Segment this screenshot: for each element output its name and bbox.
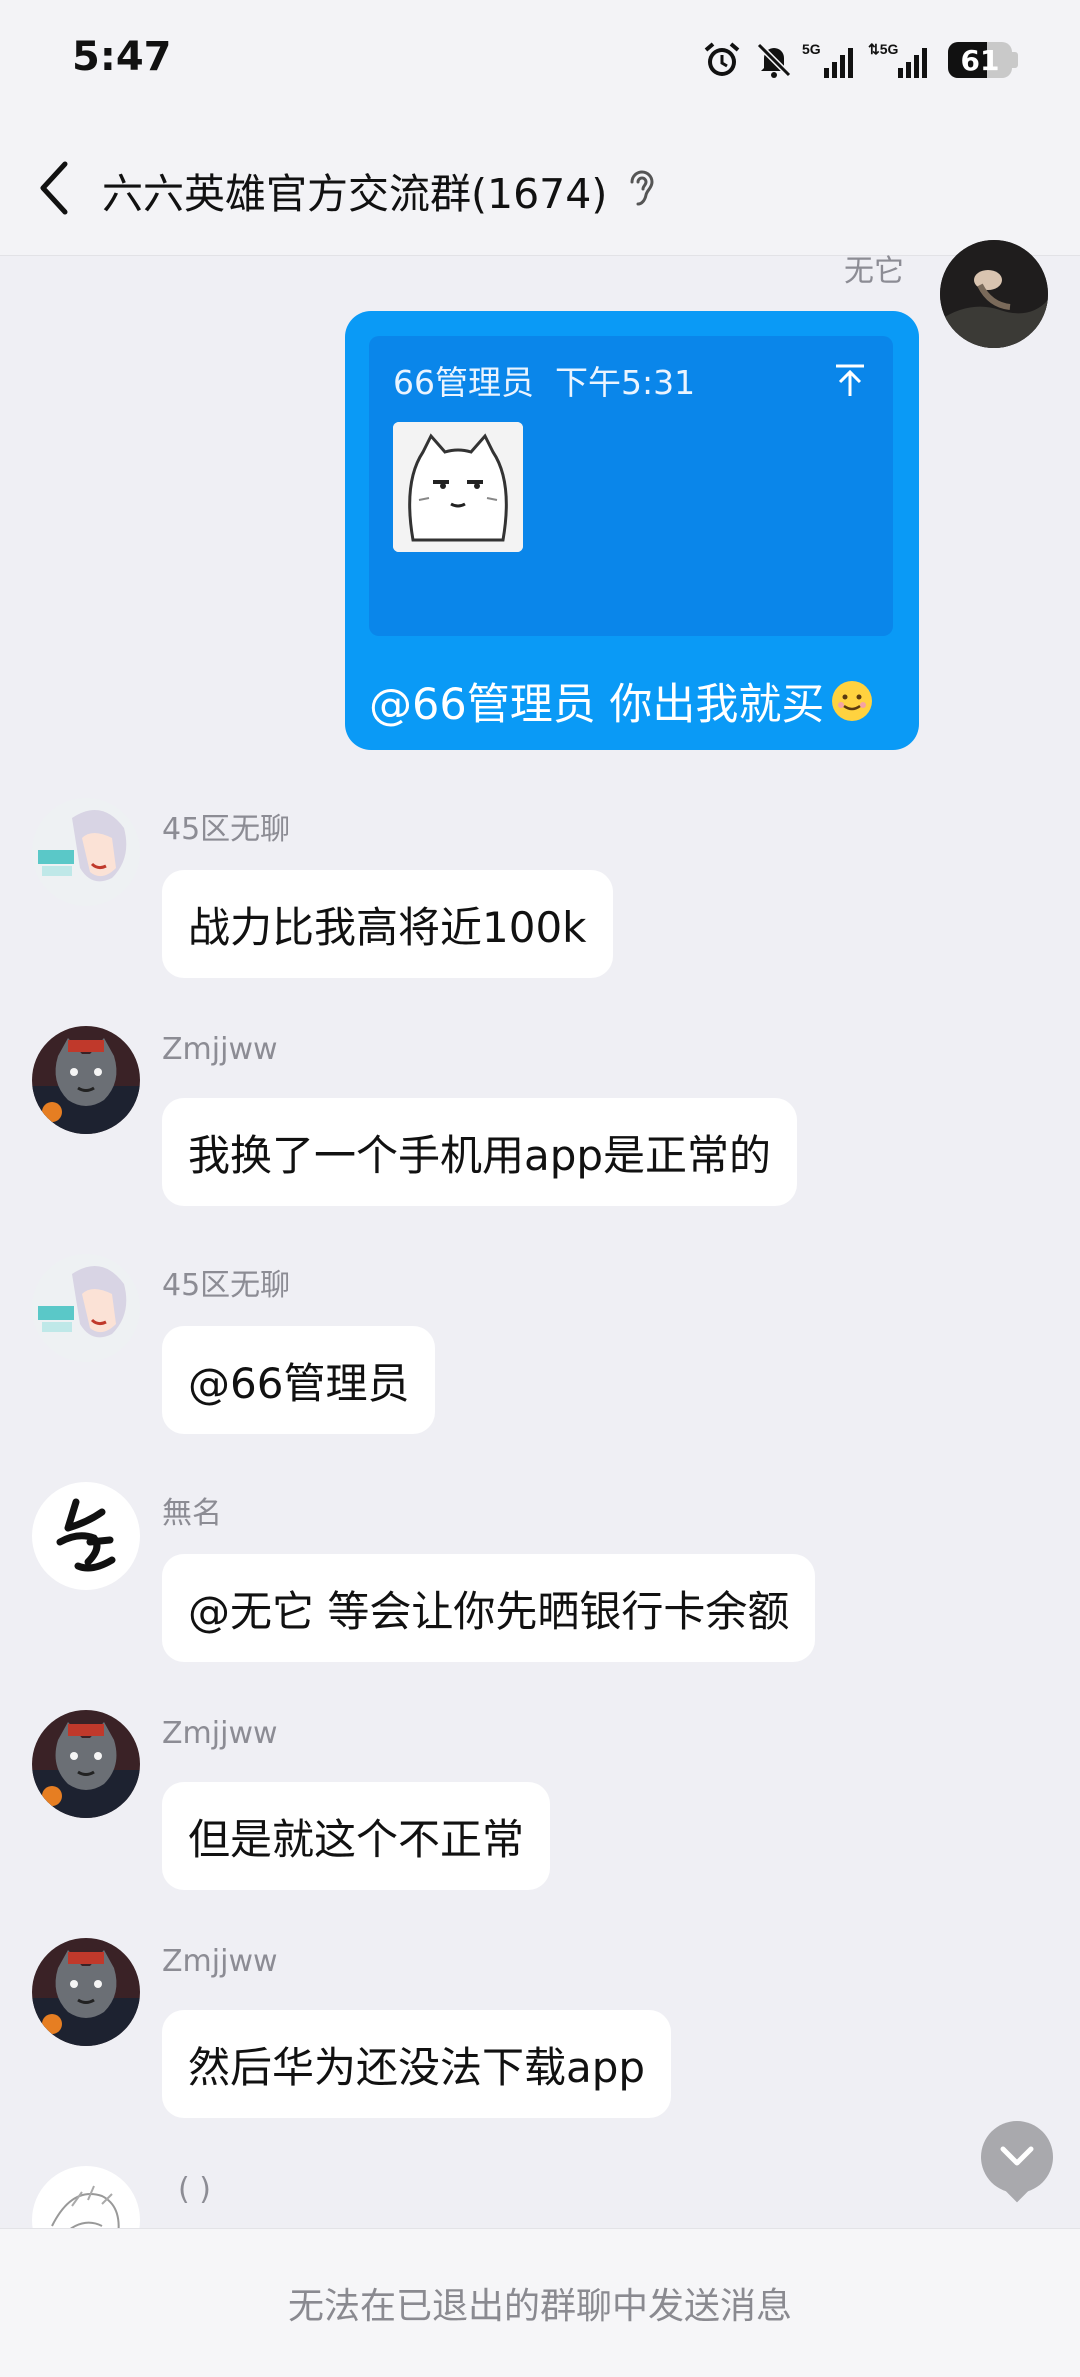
quote-meta: 66管理员 下午5:31 <box>393 356 695 404</box>
sender-name: 45区无聊 <box>162 812 291 847</box>
message-bubble[interactable]: @66管理员 <box>162 1326 436 1434</box>
sender-name: Zmjjww <box>162 1716 278 1751</box>
battery-tip <box>1012 52 1018 68</box>
svg-text:⇅5G: ⇅5G <box>868 41 899 57</box>
my-message-content: @66管理员 你出我就买 <box>369 680 825 730</box>
chevron-left-icon <box>40 161 68 215</box>
sender-name: Zmjjww <box>162 1944 278 1979</box>
avatar-wolf[interactable] <box>32 1026 140 1134</box>
message-bubble[interactable]: @无它 等会让你先晒银行卡余额 <box>162 1554 816 1662</box>
avatar-calligraphy[interactable] <box>32 1482 140 1590</box>
avatar-anime[interactable] <box>32 1254 140 1362</box>
sender-name: Zmjjww <box>162 1032 278 1067</box>
quote-author: 66管理员 <box>393 363 534 402</box>
message-bubble[interactable]: 然后华为还没法下载app <box>162 2010 672 2118</box>
scroll-to-bottom-button[interactable] <box>981 2121 1053 2193</box>
sender-name: 45区无聊 <box>162 1268 291 1303</box>
chevron-down-icon <box>1000 2146 1034 2166</box>
battery-indicator: 61 <box>948 42 1012 78</box>
cannot-send-notice: 无法在已退出的群聊中发送消息 <box>0 2228 1080 2377</box>
sender-name: 無名 <box>162 1496 222 1531</box>
smile-emoji <box>832 681 873 721</box>
cat-face-sticker[interactable] <box>393 422 523 552</box>
message-bubble[interactable]: 我换了一个手机用app是正常的 <box>162 1098 798 1206</box>
battery-percent: 61 <box>960 43 1000 77</box>
svg-text:5G: 5G <box>802 41 821 57</box>
alarm-icon <box>700 38 744 82</box>
avatar-wolf[interactable] <box>32 1938 140 2046</box>
message-bubble[interactable]: 战力比我高将近100k <box>162 870 613 978</box>
avatar-wolf[interactable] <box>32 1710 140 1818</box>
ear-icon[interactable] <box>622 166 662 210</box>
my-message-text: @66管理员 你出我就买 <box>369 670 874 732</box>
group-title[interactable]: 六六英雄官方交流群(1674) <box>102 160 607 220</box>
sender-name: ( ) <box>178 2172 211 2207</box>
pin-to-top-icon[interactable] <box>830 360 870 400</box>
mute-bell-icon <box>752 38 796 82</box>
message-bubble[interactable]: 但是就这个不正常 <box>162 1782 551 1890</box>
signal-5g-icon-2: ⇅5G <box>868 38 938 82</box>
status-time: 5:47 <box>72 34 172 80</box>
avatar-anime[interactable] <box>32 798 140 906</box>
my-sender-name: 无它 <box>844 254 904 289</box>
back-button[interactable] <box>30 150 80 226</box>
my-avatar[interactable] <box>940 240 1048 348</box>
signal-5g-icon: 5G <box>802 38 862 82</box>
quote-time: 下午5:31 <box>554 363 696 402</box>
